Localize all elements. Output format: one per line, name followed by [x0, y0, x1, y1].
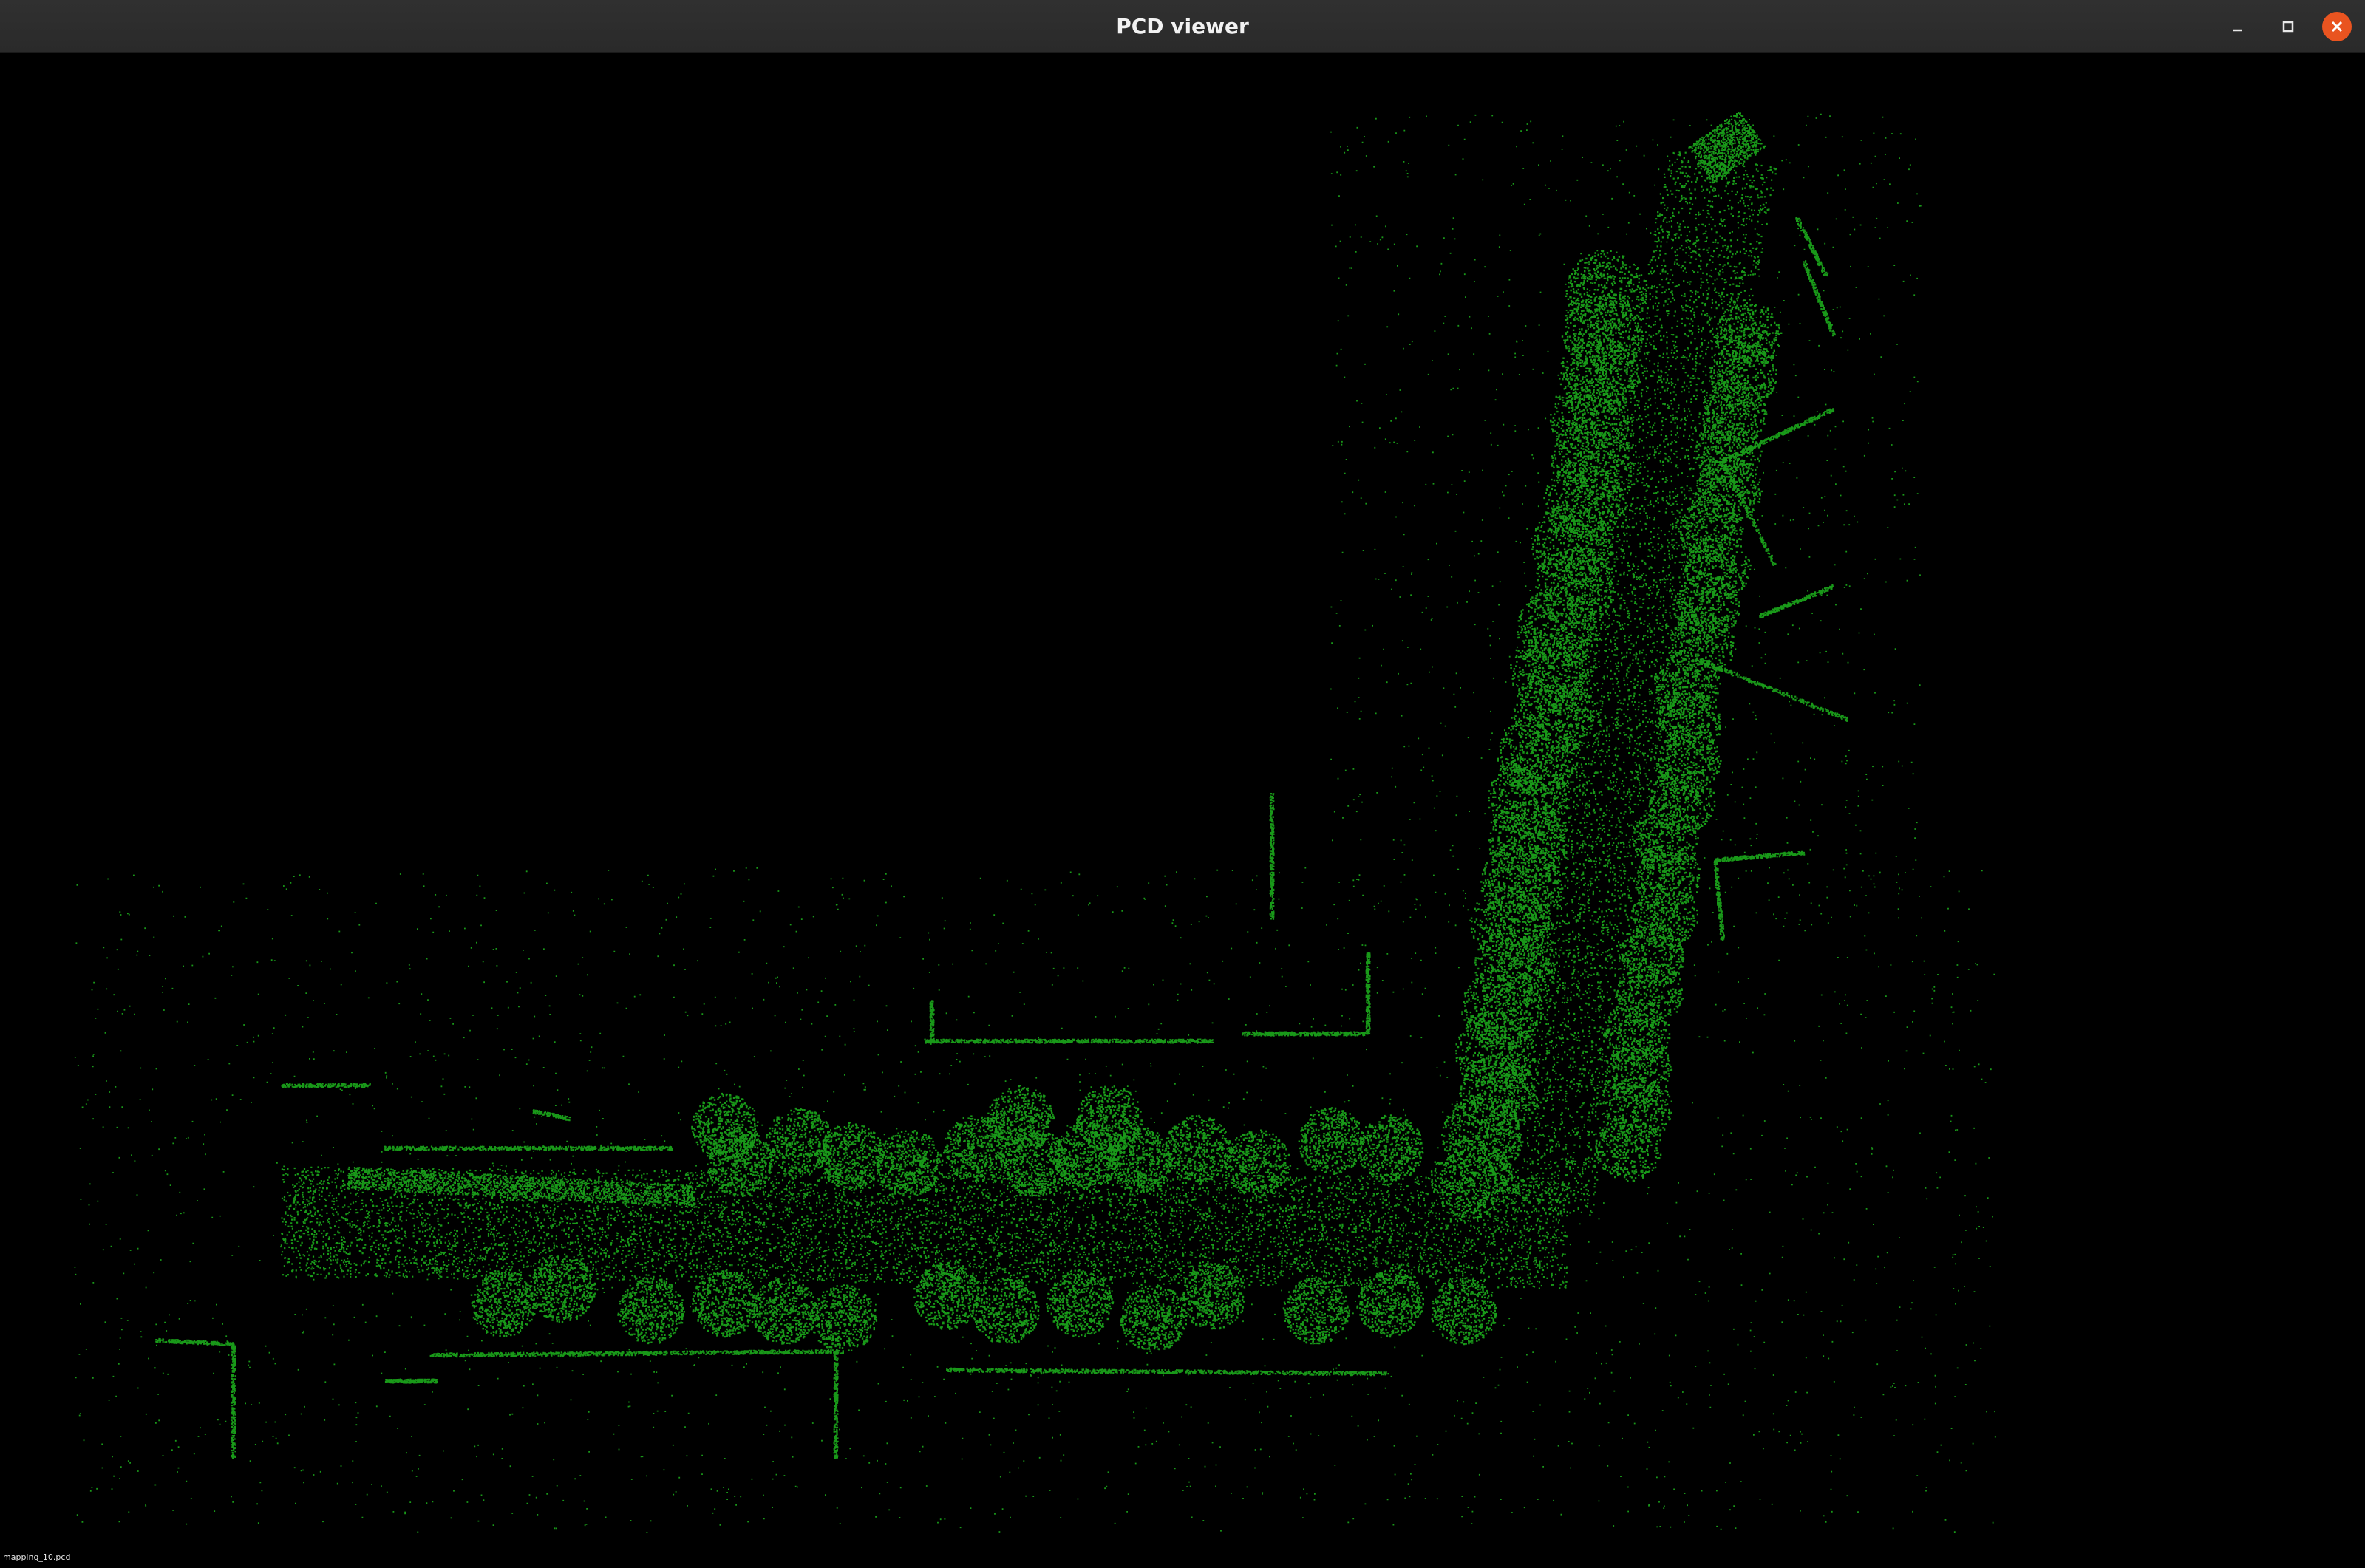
point-cloud-viewport[interactable]: mapping_10.pcd — [0, 54, 2365, 1568]
close-icon — [2331, 21, 2343, 33]
point-cloud-render — [74, 112, 1996, 1533]
title-bar[interactable]: PCD viewer — [0, 0, 2365, 53]
minimize-icon — [2233, 29, 2242, 32]
window-title: PCD viewer — [1116, 14, 1249, 38]
maximize-icon — [2282, 21, 2294, 33]
pcd-viewer-window: PCD viewer mapping_10.pcd — [0, 0, 2365, 1568]
point-cloud-points — [74, 112, 1996, 1533]
loaded-file-label: mapping_10.pcd — [3, 1552, 71, 1562]
maximize-button[interactable] — [2273, 12, 2303, 41]
close-button[interactable] — [2322, 12, 2352, 41]
minimize-button[interactable] — [2223, 12, 2253, 41]
